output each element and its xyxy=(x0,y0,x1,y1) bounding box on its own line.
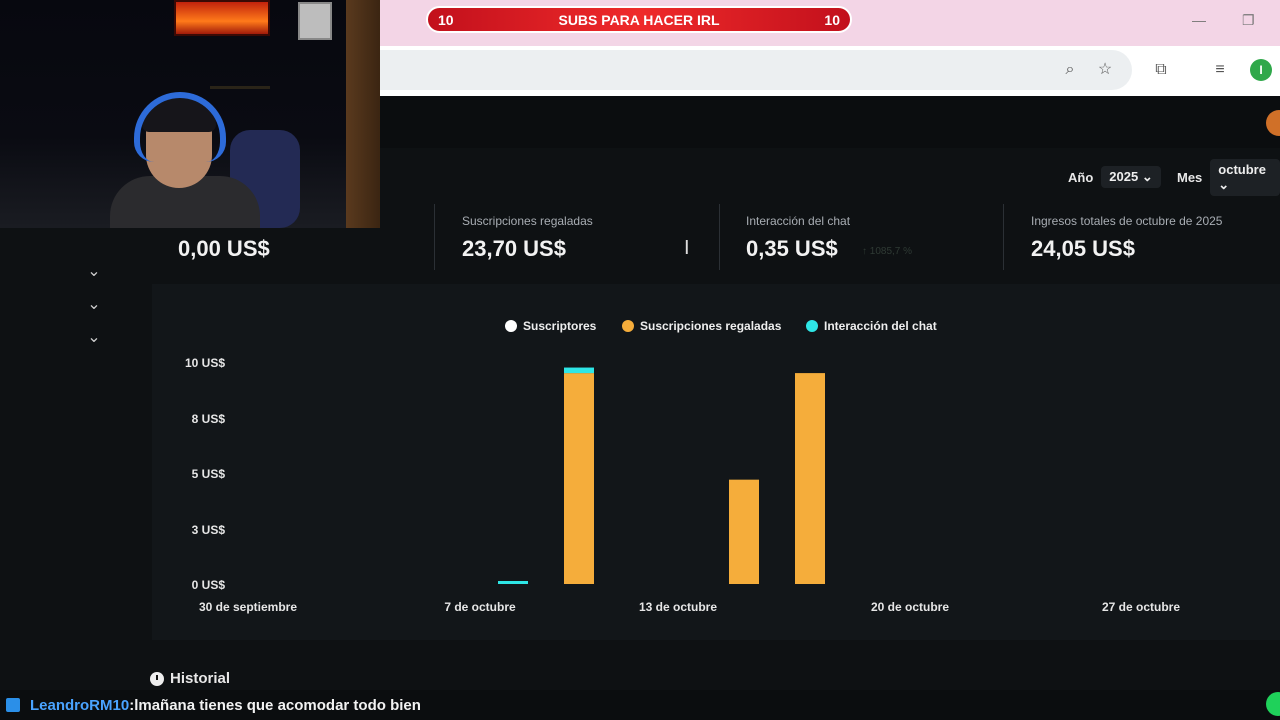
chart-bar-gifted xyxy=(564,373,594,584)
x-tick-label: 13 de octubre xyxy=(639,600,717,614)
chat-message: lmañana tienes que acomodar todo bien xyxy=(134,696,421,714)
y-tick-label: 3 US$ xyxy=(192,523,226,537)
chart-bar-chat xyxy=(564,367,594,374)
chat-ticker: LeandroRM10 : lmañana tienes que acomoda… xyxy=(0,690,1280,720)
chat-username: LeandroRM10 xyxy=(30,696,130,714)
y-tick-label: 10 US$ xyxy=(185,356,225,370)
chart-bar-chat xyxy=(498,581,528,584)
revenue-bar-chart: 10 US$ 8 US$ 5 US$ 3 US$ 0 US$ 30 de septiemb… xyxy=(185,356,1180,614)
history-section: Historial xyxy=(150,670,230,687)
clock-icon xyxy=(150,671,164,686)
y-tick-label: 0 US$ xyxy=(192,578,226,592)
x-tick-label: 20 de octubre xyxy=(871,600,949,614)
chart-bar-gifted xyxy=(729,479,759,584)
chat-badge-icon xyxy=(6,698,20,712)
x-tick-label: 7 de octubre xyxy=(444,600,516,614)
history-title: Historial xyxy=(170,670,231,687)
chart-bar-gifted xyxy=(795,373,825,584)
x-tick-label: 30 de septiembre xyxy=(199,600,297,614)
x-tick-label: 27 de octubre xyxy=(1102,600,1180,614)
y-tick-label: 8 US$ xyxy=(192,412,226,426)
y-tick-label: 5 US$ xyxy=(192,467,226,481)
